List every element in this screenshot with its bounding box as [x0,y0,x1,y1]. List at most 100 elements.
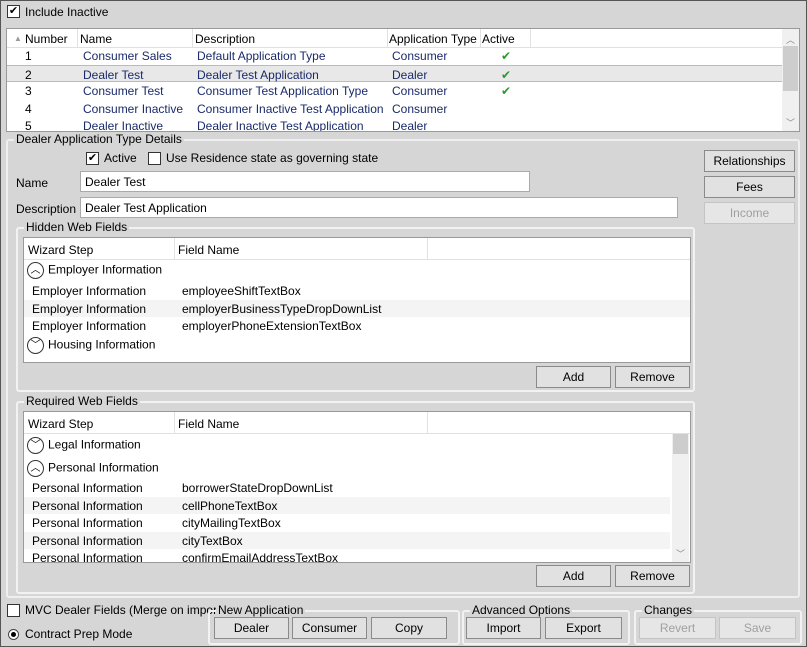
cell-type: Consumer [392,84,448,98]
advanced-options-title: Advanced Options [470,603,573,617]
cell-number: 5 [25,119,32,132]
group-legal-information[interactable]: ﹀ Legal Information [24,436,672,457]
cell-step: Personal Information [32,551,143,563]
mvc-dealer-fields-checkbox[interactable] [7,604,20,617]
cell-description: Consumer Inactive Test Application [197,101,384,116]
grid-header: ▲ Number Name Description Application Ty… [7,29,799,48]
cell-number: 4 [25,101,32,116]
cell-step: Personal Information [32,533,143,548]
name-input[interactable]: Dealer Test [80,171,530,192]
expand-icon[interactable]: ﹀ [27,437,44,454]
fees-button[interactable]: Fees [704,176,795,198]
list-item[interactable]: Personal Information cellPhoneTextBox [24,496,670,514]
table-row[interactable]: 1 Consumer Sales Default Application Type C… [7,47,782,64]
list-item[interactable]: Personal Information cityTextBox [24,531,670,549]
import-button[interactable]: Import [466,617,541,639]
hidden-fields-list[interactable]: Wizard Step Field Name ︿ Employer Informa… [23,237,691,363]
collapse-icon[interactable]: ︿ [27,460,44,477]
cell-field: employerBusinessTypeDropDownList [182,301,382,316]
cell-field: confirmEmailAddressTextBox [182,551,339,563]
cell-name: Consumer Inactive [83,101,184,116]
include-inactive-checkbox[interactable]: ✔ [7,5,20,18]
cell-type: Dealer [392,119,428,132]
hidden-web-fields-title: Hidden Web Fields [24,220,130,234]
cell-description: Dealer Inactive Test Application [197,119,364,132]
list-item[interactable]: Employer Information employerBusinessType… [24,299,690,317]
cell-type: Consumer [392,101,448,116]
cell-field: cityMailingTextBox [182,516,281,530]
required-fields-list[interactable]: Wizard Step Field Name ﹀ Legal Informatio… [23,411,691,563]
group-housing-information[interactable]: ﹀ Housing Information [24,336,690,357]
cell-type: Consumer [392,49,448,63]
residence-state-checkbox[interactable] [148,152,161,165]
relationships-button[interactable]: Relationships [704,150,795,172]
active-label: Active [104,151,137,165]
required-web-fields-title: Required Web Fields [24,394,140,408]
new-application-title: New Application [216,603,306,617]
details-title: Dealer Application Type Details [14,132,184,146]
active-checkbox[interactable]: ✔ [86,152,99,165]
cell-field: employerPhoneExtensionTextBox [182,319,362,333]
group-employer-information[interactable]: ︿ Employer Information [24,261,690,282]
hidden-remove-button[interactable]: Remove [615,366,690,388]
column-field-name[interactable]: Field Name [178,417,239,431]
new-consumer-button[interactable]: Consumer [292,617,367,639]
description-input[interactable]: Dealer Test Application [80,197,678,218]
save-button[interactable]: Save [719,617,796,639]
column-number[interactable]: Number [25,32,68,46]
cell-name: Dealer Test [83,67,144,82]
name-label: Name [16,176,49,190]
column-application-type[interactable]: Application Type [389,32,477,46]
cell-description: Consumer Test Application Type [197,84,368,98]
list-item[interactable]: Personal Information cityMailingTextBox [24,514,670,531]
list-item[interactable]: Employer Information employerPhoneExtensi… [24,317,690,334]
cell-type: Dealer [392,67,428,82]
list-item[interactable]: Personal Information confirmEmailAddressT… [24,549,670,563]
cell-field: employeeShiftTextBox [182,284,301,298]
scrollbar-thumb[interactable] [783,46,798,91]
application-types-grid[interactable]: ▲ Number Name Description Application Ty… [6,28,800,132]
table-row[interactable]: 2 Dealer Test Dealer Test Application Deale… [7,64,782,82]
residence-state-label: Use Residence state as governing state [166,151,379,165]
active-check-icon: ✔ [501,67,512,82]
column-wizard-step[interactable]: Wizard Step [28,417,93,431]
cell-number: 2 [25,67,32,82]
include-inactive-label: Include Inactive [25,5,109,19]
column-name[interactable]: Name [80,32,112,46]
column-active[interactable]: Active [482,32,515,46]
table-row[interactable]: 3 Consumer Test Consumer Test Application … [7,82,782,99]
revert-button[interactable]: Revert [639,617,716,639]
required-add-button[interactable]: Add [536,565,611,587]
cell-name: Consumer Sales [83,49,172,63]
cell-step: Employer Information [32,301,147,316]
list-item[interactable]: Personal Information borrowerStateDropDow… [24,479,670,496]
required-remove-button[interactable]: Remove [615,565,690,587]
grid-scrollbar[interactable]: ︿ ﹀ [782,29,799,131]
cell-description: Default Application Type [197,49,326,63]
cell-step: Personal Information [32,498,143,513]
table-row[interactable]: 5 Dealer Inactive Dealer Inactive Test App… [7,117,782,132]
scrollbar-thumb[interactable] [673,434,688,454]
required-scrollbar[interactable]: ﹀ [672,434,689,562]
column-wizard-step[interactable]: Wizard Step [28,243,93,257]
active-check-icon: ✔ [501,49,512,63]
column-field-name[interactable]: Field Name [178,243,239,257]
new-dealer-button[interactable]: Dealer [214,617,289,639]
column-description[interactable]: Description [195,32,255,46]
group-personal-information[interactable]: ︿ Personal Information [24,459,672,480]
description-label: Description [16,202,77,216]
list-item[interactable]: Employer Information employeeShiftTextBox [24,282,690,299]
export-button[interactable]: Export [545,617,622,639]
cell-description: Dealer Test Application [197,67,319,82]
collapse-icon[interactable]: ︿ [27,262,44,279]
contract-prep-mode-radio[interactable] [8,629,19,640]
cell-number: 1 [25,49,32,63]
cell-field: cellPhoneTextBox [182,498,278,513]
changes-title: Changes [642,603,695,617]
table-row[interactable]: 4 Consumer Inactive Consumer Inactive Test… [7,100,782,117]
income-button[interactable]: Income [704,202,795,224]
cell-step: Employer Information [32,319,147,333]
hidden-add-button[interactable]: Add [536,366,611,388]
expand-icon[interactable]: ﹀ [27,337,44,354]
copy-button[interactable]: Copy [371,617,447,639]
